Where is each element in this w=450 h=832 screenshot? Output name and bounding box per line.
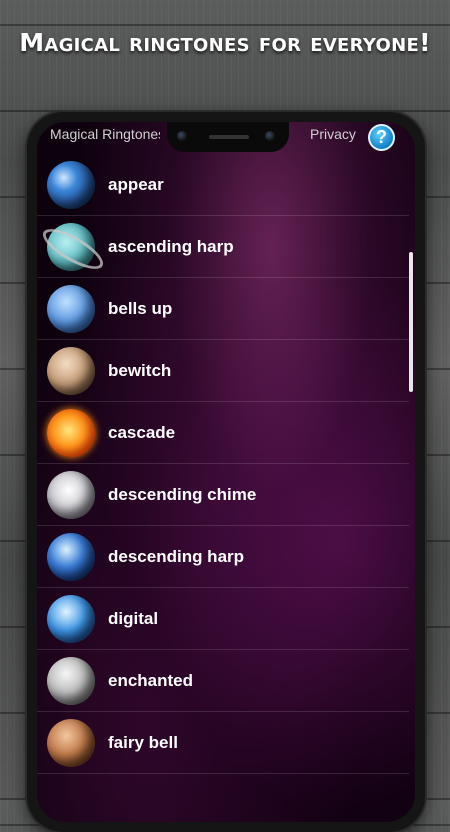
ringtone-row[interactable]: appear bbox=[37, 154, 409, 216]
blue-planet-icon bbox=[47, 532, 95, 581]
camera-icon bbox=[177, 131, 187, 141]
uranus-icon bbox=[47, 222, 95, 271]
ringtone-row[interactable]: descending chime bbox=[37, 464, 409, 526]
ringtone-label: bells up bbox=[108, 298, 173, 318]
speaker-icon bbox=[209, 135, 249, 139]
ringtone-label: cascade bbox=[108, 422, 176, 442]
ringtone-row[interactable]: descending harp bbox=[37, 526, 409, 588]
sun-icon bbox=[47, 408, 95, 457]
privacy-link[interactable]: Privacy bbox=[310, 126, 356, 142]
ringtone-row[interactable]: digital bbox=[37, 588, 409, 650]
mars-icon bbox=[47, 718, 95, 767]
scrollbar[interactable] bbox=[409, 252, 413, 392]
ringtone-label: descending harp bbox=[108, 546, 245, 566]
ringtone-row[interactable]: ascending harp bbox=[37, 216, 409, 278]
ringtone-row[interactable]: fairy bell bbox=[37, 712, 409, 774]
ringtone-label: enchanted bbox=[108, 670, 194, 690]
app-title: Magical Ringtones bbox=[50, 126, 160, 142]
ringtone-row[interactable]: bewitch bbox=[37, 340, 409, 402]
ringtone-label: bewitch bbox=[108, 360, 172, 380]
ringtone-label: appear bbox=[108, 174, 164, 194]
phone-frame: Magical Ringtones Privacy ? appear ascen… bbox=[27, 112, 425, 832]
ringtone-row[interactable]: bells up bbox=[37, 278, 409, 340]
promo-title: Magical ringtones for everyone! bbox=[19, 28, 431, 57]
ringtone-list: appear ascending harp bells up bewitch c… bbox=[37, 154, 409, 774]
ringtone-label: ascending harp bbox=[108, 236, 234, 256]
help-button[interactable]: ? bbox=[368, 124, 395, 151]
ringtone-label: digital bbox=[108, 608, 159, 628]
sensor-icon bbox=[265, 131, 275, 141]
earth-icon bbox=[47, 160, 95, 209]
neptune-icon bbox=[47, 284, 95, 333]
moon-icon bbox=[47, 656, 95, 705]
venus-icon bbox=[47, 346, 95, 395]
ringtone-row[interactable]: enchanted bbox=[37, 650, 409, 712]
ringtone-label: fairy bell bbox=[108, 732, 178, 752]
app-screen: Magical Ringtones Privacy ? appear ascen… bbox=[37, 122, 415, 822]
phone-notch bbox=[167, 122, 289, 152]
pale-planet-icon bbox=[47, 470, 95, 519]
digital-planet-icon bbox=[47, 594, 95, 643]
ringtone-label: descending chime bbox=[108, 484, 257, 504]
ringtone-row[interactable]: cascade bbox=[37, 402, 409, 464]
